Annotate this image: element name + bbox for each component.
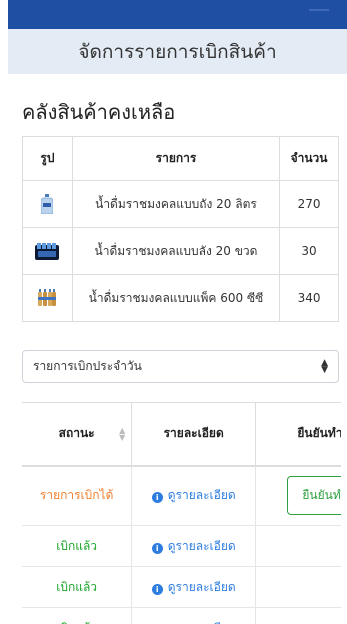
- view-detail-link[interactable]: i ดูรายละเอียด: [151, 579, 236, 595]
- view-detail-label: ดูรายละเอียด: [167, 538, 236, 553]
- view-detail-link[interactable]: i ดูรายละเอียด: [151, 538, 236, 554]
- confirm-button[interactable]: ยืนยันทำก: [287, 476, 341, 516]
- table-row: เบิกแล้ว iดูรายละเอียด: [22, 607, 341, 624]
- view-detail-link[interactable]: i ดูรายละเอียด: [151, 488, 236, 504]
- stock-item-qty: 340: [279, 274, 339, 322]
- select-arrows-icon: ▲ ▼: [321, 358, 328, 375]
- page-header: จัดการรายการเบิกสินค้า: [8, 29, 347, 74]
- info-icon: i: [151, 583, 163, 595]
- requests-table-scroll[interactable]: สถานะ ▲▼ รายละเอียด ยืนยันทำก รายการเบิก…: [22, 402, 341, 624]
- view-detail-label: ดูรายละเอียด: [168, 621, 236, 624]
- requests-table: สถานะ ▲▼ รายละเอียด ยืนยันทำก รายการเบิก…: [22, 402, 341, 624]
- stock-table: รูป รายการ จำนวน น้ำดื่มราชมงคลแบบถัง 20…: [22, 136, 339, 322]
- col-confirm: ยืนยันทำก: [255, 402, 341, 467]
- col-item: รายการ: [71, 136, 281, 181]
- status-text: เบิกแล้ว: [22, 525, 133, 567]
- navbar: [8, 0, 347, 29]
- stock-item-name: น้ำดื่มราชมงคลแบบแพ็ค 600 ซีซี: [71, 274, 281, 322]
- status-text: เบิกแล้ว: [22, 566, 133, 608]
- stock-table-header: รูป รายการ จำนวน: [22, 136, 339, 181]
- select-value: รายการเบิกประจำวัน: [33, 359, 142, 373]
- table-row: เบิกแล้ว i ดูรายละเอียด: [22, 525, 341, 567]
- status-text: เบิกแล้ว: [22, 607, 133, 624]
- view-detail-label: ดูรายละเอียด: [167, 488, 236, 503]
- col-qty: จำนวน: [279, 136, 339, 181]
- stock-item-name: น้ำดื่มราชมงคลแบบลัง 20 ขวด: [71, 227, 281, 275]
- table-row: น้ำดื่มราชมงคลแบบถัง 20 ลิตร 270: [22, 180, 339, 228]
- view-detail-link[interactable]: iดูรายละเอียด: [152, 621, 236, 624]
- status-text: รายการเบิกได้: [22, 465, 133, 526]
- table-row: รายการเบิกได้ i ดูรายละเอียด ยืนยันทำก: [22, 465, 341, 526]
- stock-section-title: คลังสินค้าคงเหลือ: [22, 100, 176, 124]
- table-row: น้ำดื่มราชมงคลแบบแพ็ค 600 ซีซี 340: [22, 274, 339, 322]
- sort-icon: ▲ ▼: [119, 426, 126, 442]
- stock-item-name: น้ำดื่มราชมงคลแบบถัง 20 ลิตร: [71, 180, 281, 228]
- view-detail-label: ดูรายละเอียด: [167, 579, 236, 594]
- page-title: จัดการรายการเบิกสินค้า: [78, 40, 277, 63]
- table-row: น้ำดื่มราชมงคลแบบลัง 20 ขวด 30: [22, 227, 339, 275]
- requests-table-header: สถานะ ▲▼ รายละเอียด ยืนยันทำก: [22, 402, 341, 467]
- request-type-select[interactable]: รายการเบิกประจำวัน ▲ ▼: [22, 350, 339, 383]
- stock-item-qty: 30: [279, 227, 339, 275]
- bottle-pack-icon: [38, 289, 57, 306]
- col-detail: รายละเอียด: [131, 402, 257, 467]
- col-status[interactable]: สถานะ ▲ ▼: [22, 402, 133, 467]
- menu-icon[interactable]: [309, 9, 329, 11]
- info-icon: i: [151, 542, 163, 554]
- table-row: เบิกแล้ว i ดูรายละเอียด: [22, 566, 341, 608]
- bottle-crate-icon: [35, 243, 60, 260]
- info-icon: i: [151, 492, 163, 504]
- water-jug-icon: [41, 194, 54, 214]
- col-image: รูป: [22, 136, 73, 181]
- stock-item-qty: 270: [279, 180, 339, 228]
